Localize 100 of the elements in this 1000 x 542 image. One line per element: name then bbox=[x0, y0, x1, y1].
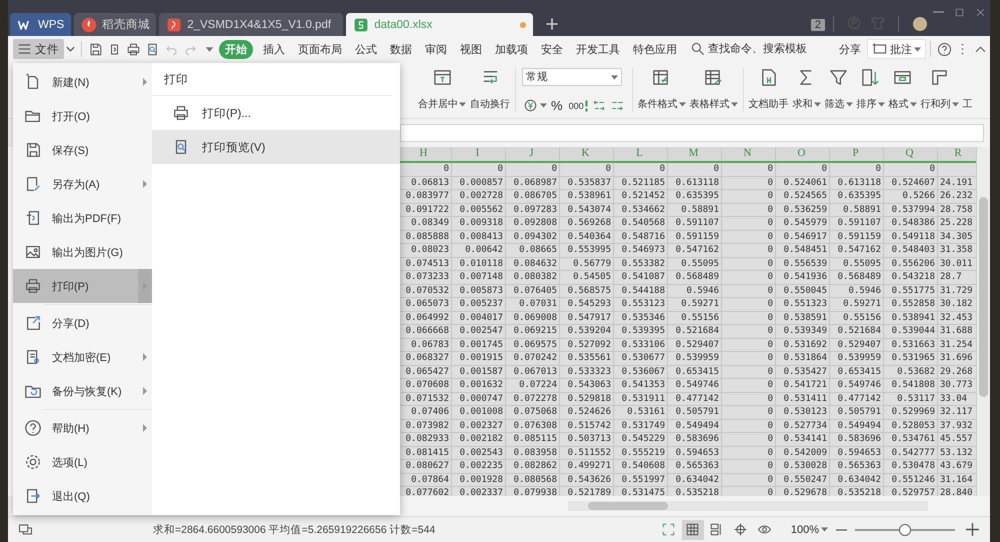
table-cell: 0.539959 bbox=[668, 352, 722, 366]
slider-thumb[interactable] bbox=[899, 524, 911, 536]
table-cell: 0.653415 bbox=[830, 366, 884, 379]
table-cell: 0.53161 bbox=[614, 406, 668, 420]
ribbon-tab[interactable]: 数据 bbox=[384, 40, 418, 58]
ribbon-button[interactable]: 筛选 bbox=[822, 62, 855, 118]
save-icon[interactable] bbox=[88, 42, 103, 56]
table-cell: 0.515742 bbox=[560, 420, 614, 433]
table-cell: 0.07224 bbox=[506, 379, 560, 392]
table-cell: 0.065073 bbox=[398, 298, 452, 312]
ribbon-button[interactable]: 行和列 bbox=[918, 62, 961, 118]
comment-button[interactable]: 批注 bbox=[867, 39, 926, 59]
skin-icon bbox=[846, 15, 862, 31]
table-cell: 28.758 bbox=[938, 204, 976, 217]
table-cell: 0.568489 bbox=[830, 271, 884, 284]
print-icon[interactable] bbox=[126, 42, 141, 56]
menu-item[interactable]: 输出为图片(G) bbox=[13, 235, 152, 269]
percent-button[interactable]: % bbox=[551, 98, 563, 113]
crosshair-icon bbox=[733, 522, 748, 537]
share-link[interactable]: 分享 bbox=[839, 42, 861, 56]
table-cell: 0.545979 bbox=[776, 217, 830, 230]
ribbon-tab[interactable]: 加载项 bbox=[489, 40, 534, 58]
ribbon-button[interactable]: 求和 bbox=[790, 62, 823, 118]
thousands-button[interactable]: 000 bbox=[568, 100, 588, 112]
table-cell: 0.55156 bbox=[830, 312, 884, 325]
table-cell: 0.076308 bbox=[506, 420, 560, 433]
menu-item[interactable]: 打开(O) bbox=[13, 99, 152, 133]
ribbon-tab[interactable]: 公式 bbox=[349, 40, 383, 58]
table-cell: 26.232 bbox=[938, 190, 976, 204]
menu-item[interactable]: 备份与恢复(K) bbox=[13, 374, 152, 408]
document-tab[interactable]: WPS bbox=[10, 13, 72, 36]
ribbon-button[interactable]: 排序 bbox=[854, 62, 887, 118]
menu-item[interactable]: 新建(N) bbox=[13, 65, 152, 99]
ribbon-tab[interactable]: 审阅 bbox=[419, 40, 453, 58]
table-cell: 0.543063 bbox=[560, 379, 614, 392]
menu-item[interactable]: 打印(P)... bbox=[152, 96, 400, 130]
table-cell: 0.531749 bbox=[614, 420, 668, 433]
ribbon-tab[interactable]: 安全 bbox=[535, 40, 569, 58]
menu-item[interactable]: 打印(P) bbox=[13, 269, 152, 303]
table-cell: 0.076405 bbox=[506, 284, 560, 298]
ribbon-button[interactable]: 文档助手 bbox=[746, 62, 791, 118]
table-cell: 0.550247 bbox=[776, 474, 830, 487]
table-cell: 0.553123 bbox=[614, 298, 668, 312]
ribbon-button[interactable]: 工 bbox=[960, 62, 975, 118]
submenu-arrow-icon bbox=[143, 387, 147, 395]
table-cell: 0.002728 bbox=[452, 190, 506, 204]
table-cell: 0.635395 bbox=[830, 190, 884, 204]
table-cell: 0.521452 bbox=[614, 190, 668, 204]
ribbon-button[interactable]: 条件格式 bbox=[636, 62, 688, 118]
formula-field[interactable] bbox=[400, 124, 984, 142]
table-cell: 0.001632 bbox=[452, 379, 506, 392]
table-cell: 0.092808 bbox=[506, 217, 560, 230]
avatar-icon[interactable] bbox=[913, 17, 927, 31]
view-mode-button[interactable] bbox=[682, 520, 704, 540]
menu-item[interactable]: 保存(S) bbox=[13, 133, 152, 167]
table-cell: 0.531965 bbox=[884, 352, 938, 366]
table-cell: 0.528053 bbox=[884, 420, 938, 433]
ribbon-tab[interactable]: 插入 bbox=[257, 40, 291, 58]
ribbon-button[interactable]: 合并居中 bbox=[416, 62, 468, 118]
ribbon-button[interactable]: 表格样式 bbox=[688, 62, 740, 118]
menu-item[interactable]: 选项(L) bbox=[13, 445, 152, 479]
ribbon-tab[interactable]: 开发工具 bbox=[570, 40, 626, 58]
window-count-badge[interactable]: 2 bbox=[810, 19, 825, 31]
ribbon-tab[interactable]: 特色应用 bbox=[627, 40, 683, 58]
ribbon-tab[interactable]: 页面布局 bbox=[292, 40, 348, 58]
table-cell: 31.696 bbox=[938, 352, 976, 366]
document-tab[interactable]: 2_VSMD1X4&1X5_V1.0.pdf bbox=[159, 13, 344, 36]
format-icon bbox=[893, 68, 912, 87]
table-cell: 0.551997 bbox=[614, 474, 668, 487]
menu-item[interactable]: 文档加密(E) bbox=[13, 340, 152, 374]
zoom-dropdown[interactable]: 100% bbox=[790, 524, 828, 536]
number-format-dropdown[interactable]: 常规 bbox=[522, 68, 622, 86]
horizontal-scrollbar[interactable] bbox=[568, 501, 928, 511]
ribbon-tab[interactable]: 视图 bbox=[454, 40, 488, 58]
vertical-scrollbar[interactable] bbox=[976, 147, 990, 496]
table-cell: 0 bbox=[722, 487, 776, 496]
table-cell: 0.591159 bbox=[830, 230, 884, 244]
menu-item[interactable]: 帮助(H) bbox=[13, 411, 152, 445]
menu-item[interactable]: 打印预览(V) bbox=[152, 130, 400, 164]
file-menu-button[interactable]: 文件 bbox=[13, 39, 64, 59]
menu-item[interactable]: 输出为PDF(F) bbox=[13, 201, 152, 235]
table-cell: 0.537994 bbox=[884, 204, 938, 217]
table-cell: 0.530028 bbox=[776, 460, 830, 474]
ribbon-button[interactable]: 自动换行 bbox=[468, 62, 512, 118]
save-as-icon bbox=[24, 175, 42, 193]
table-cell: 0.004017 bbox=[452, 312, 506, 325]
ribbon-button[interactable]: 格式 bbox=[886, 62, 919, 118]
table-cell: 29.268 bbox=[938, 366, 976, 379]
menu-item[interactable]: 退出(Q) bbox=[13, 479, 152, 513]
table-cell: 0.565363 bbox=[830, 460, 884, 474]
command-search-field[interactable]: 查找命令、搜索模板 bbox=[690, 41, 812, 57]
table-cell: 0.548451 bbox=[776, 244, 830, 258]
menu-item[interactable]: 另存为(A) bbox=[13, 167, 152, 201]
table-cell: 0.539044 bbox=[884, 325, 938, 338]
table-cell: 0.083958 bbox=[506, 446, 560, 460]
menu-item[interactable]: 分享(D) bbox=[13, 306, 152, 340]
table-cell: 0 bbox=[668, 163, 722, 176]
new-tab-icon[interactable] bbox=[544, 16, 560, 32]
table-cell: 0.553382 bbox=[614, 258, 668, 271]
document-tab[interactable]: 稻壳商城 bbox=[74, 13, 156, 36]
